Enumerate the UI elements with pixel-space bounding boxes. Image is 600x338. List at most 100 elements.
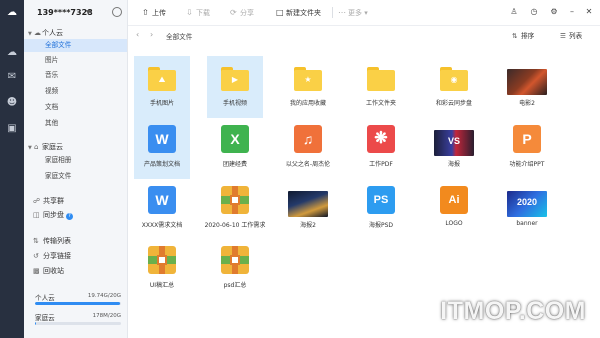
family-cloud-title: 家庭云: [42, 143, 63, 151]
refresh-icon[interactable]: [112, 7, 122, 17]
navigation-bar: ‹ › 全部文件 ⇅ 排序 ☰ 列表: [128, 26, 600, 44]
folder-icon: ★: [294, 64, 322, 92]
more-button[interactable]: ⋯ 更多 ▾: [338, 8, 368, 18]
file-item[interactable]: UI稿汇总: [134, 238, 190, 300]
sidebar-item-share-group[interactable]: ☍ 共享群: [33, 196, 64, 206]
file-item[interactable]: ▶ 手机视频: [207, 56, 263, 118]
file-name: 手机视频: [222, 100, 247, 107]
list-icon: ☰: [560, 32, 566, 40]
file-item[interactable]: W 产品策划文档: [134, 117, 190, 179]
minimize-icon[interactable]: –: [567, 7, 577, 17]
file-item[interactable]: ❋ 工作PDF: [353, 117, 409, 179]
cloud-nav-icon[interactable]: ☁: [5, 46, 19, 60]
file-name: 和彩云同步盘: [435, 100, 472, 107]
file-item[interactable]: VS 海报: [426, 117, 482, 179]
sidebar-item-share-links[interactable]: ↺ 分享链接: [33, 251, 71, 261]
download-button[interactable]: ⇩ 下载: [186, 8, 210, 18]
image-thumbnail: VS: [434, 125, 474, 156]
file-name: 工作文件夹: [365, 100, 396, 107]
close-icon[interactable]: ✕: [584, 7, 594, 17]
file-item[interactable]: X 团建经费: [207, 117, 263, 179]
sidebar-item-sync-disk[interactable]: ◫ 同步盘?: [33, 210, 73, 220]
folder-icon: [367, 64, 395, 92]
skin-icon[interactable]: ♙: [509, 7, 519, 17]
share-icon: ⟳: [230, 8, 237, 17]
sidebar: 139****7328 ▼ ▼ ☁个人云 全部文件 图片 音乐 视频 文档 其他 …: [24, 0, 128, 338]
file-item[interactable]: PS 海报PSD: [353, 178, 409, 240]
new-folder-label: 新建文件夹: [286, 9, 321, 17]
family-cloud-group[interactable]: ▼ ⌂ 家庭云: [28, 142, 63, 152]
file-item[interactable]: P 功能介绍PPT: [499, 117, 555, 179]
sidebar-item-all-files[interactable]: 全部文件: [24, 39, 127, 52]
image-thumbnail: 2020: [507, 186, 547, 217]
file-item[interactable]: 工作文件夹: [353, 56, 409, 118]
sidebar-item-family-album[interactable]: 家庭相册: [24, 154, 127, 167]
calendar-icon[interactable]: ▣: [5, 122, 19, 136]
sort-label: 排序: [521, 32, 535, 40]
file-name: 手机图片: [149, 100, 174, 107]
pdf-file-icon: ❋: [367, 125, 395, 153]
sidebar-item-transfers[interactable]: ⇅ 传输列表: [33, 236, 71, 246]
app-rail: ☁ ☁ ✉ ☻ ▣: [0, 0, 24, 338]
more-icon: ⋯: [338, 8, 346, 17]
sidebar-item-video[interactable]: 视频: [24, 85, 127, 98]
sidebar-item-family-files[interactable]: 家庭文件: [24, 170, 127, 183]
sync-disk-icon: ◫: [33, 211, 40, 219]
transfers-label: 传输列表: [43, 237, 71, 245]
settings-icon[interactable]: ⚙: [549, 7, 559, 17]
file-item[interactable]: ♫ 以父之名-周杰伦: [280, 117, 336, 179]
file-item[interactable]: 2020-06-10 工作需求: [205, 178, 265, 240]
ppt-file-icon: P: [513, 125, 541, 153]
sort-button[interactable]: ⇅ 排序: [512, 30, 534, 40]
contacts-icon[interactable]: ☻: [5, 96, 19, 110]
help-icon[interactable]: ?: [66, 213, 73, 220]
file-item[interactable]: ★ 我的应用收藏: [280, 56, 336, 118]
excel-file-icon: X: [221, 125, 249, 153]
cloud-logo-icon: ☁: [7, 7, 17, 18]
file-item[interactable]: ⛰ 手机图片: [134, 56, 190, 118]
main-panel: ⇧ 上传 ⇩ 下载 ⟳ 分享 □ 新建文件夹 ⋯ 更多 ▾ ♙ ◷ ⚙ – ✕ ‹ › 全…: [128, 0, 600, 338]
file-item[interactable]: psd汇总: [207, 238, 263, 300]
file-item[interactable]: Ai LOGO: [426, 178, 482, 240]
file-name: 海报2: [300, 222, 316, 229]
sidebar-item-images[interactable]: 图片: [24, 54, 127, 67]
account-dropdown-icon[interactable]: ▼: [86, 9, 91, 16]
transfer-icon: ⇅: [33, 237, 39, 245]
sync-disk-label: 同步盘: [43, 211, 64, 219]
file-item[interactable]: W XXXX需求文档: [134, 178, 190, 240]
home-icon: ⌂: [34, 143, 39, 151]
file-name: 2020-06-10 工作需求: [204, 222, 266, 229]
view-toggle-button[interactable]: ☰ 列表: [560, 30, 582, 40]
sidebar-item-music[interactable]: 音乐: [24, 69, 127, 82]
sidebar-item-docs[interactable]: 文档: [24, 101, 127, 114]
breadcrumb[interactable]: 全部文件: [166, 31, 192, 41]
folder-icon: ▶: [221, 64, 249, 92]
notification-icon[interactable]: ◷: [529, 7, 539, 17]
upload-button[interactable]: ⇧ 上传: [142, 8, 166, 18]
share-label: 分享: [240, 9, 254, 17]
personal-cloud-group[interactable]: ▼ ☁个人云: [28, 28, 63, 38]
file-item[interactable]: 电影2: [499, 56, 555, 118]
word-file-icon: W: [148, 186, 176, 214]
file-item[interactable]: ◉ 和彩云同步盘: [426, 56, 482, 118]
file-item[interactable]: 海报2: [280, 178, 336, 240]
sidebar-item-other[interactable]: 其他: [24, 117, 127, 130]
account-name[interactable]: 139****7328: [37, 8, 93, 17]
family-quota-value: 178M/20G: [92, 313, 121, 319]
forward-icon[interactable]: ›: [150, 30, 153, 39]
cloud-icon: ☁: [34, 29, 41, 37]
mail-icon[interactable]: ✉: [5, 70, 19, 84]
share-links-label: 分享链接: [43, 252, 71, 260]
sidebar-item-recycle-bin[interactable]: ▩ 回收站: [33, 266, 64, 276]
file-name: 功能介绍PPT: [509, 161, 545, 168]
new-folder-button[interactable]: □ 新建文件夹: [276, 8, 321, 18]
trash-icon: ▩: [33, 267, 40, 275]
file-item[interactable]: 2020 banner: [499, 178, 555, 240]
share-button[interactable]: ⟳ 分享: [230, 8, 254, 18]
download-label: 下载: [196, 9, 210, 17]
watermark: ITMOP.COM: [440, 297, 586, 325]
file-name: 以父之名-周杰伦: [285, 161, 331, 168]
back-icon[interactable]: ‹: [136, 30, 139, 39]
personal-cloud-title: 个人云: [42, 29, 63, 37]
image-thumbnail: [507, 64, 547, 95]
